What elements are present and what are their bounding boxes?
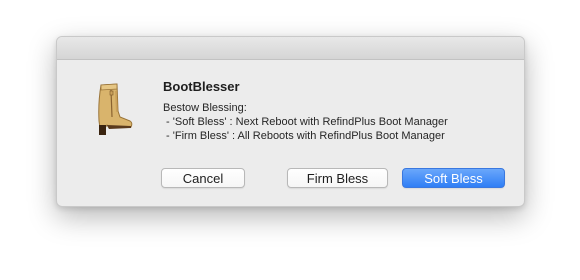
dialog-message: Bestow Blessing: - 'Soft Bless' : Next R… xyxy=(163,102,448,142)
boot-icon xyxy=(87,81,135,137)
alert-dialog: BootBlesser Bestow Blessing: - 'Soft Ble… xyxy=(56,36,525,207)
title-bar[interactable] xyxy=(57,37,524,60)
soft-bless-button[interactable]: Soft Bless xyxy=(402,168,505,188)
dialog-title: BootBlesser xyxy=(163,79,240,94)
cancel-button[interactable]: Cancel xyxy=(161,168,245,188)
firm-bless-button[interactable]: Firm Bless xyxy=(287,168,388,188)
